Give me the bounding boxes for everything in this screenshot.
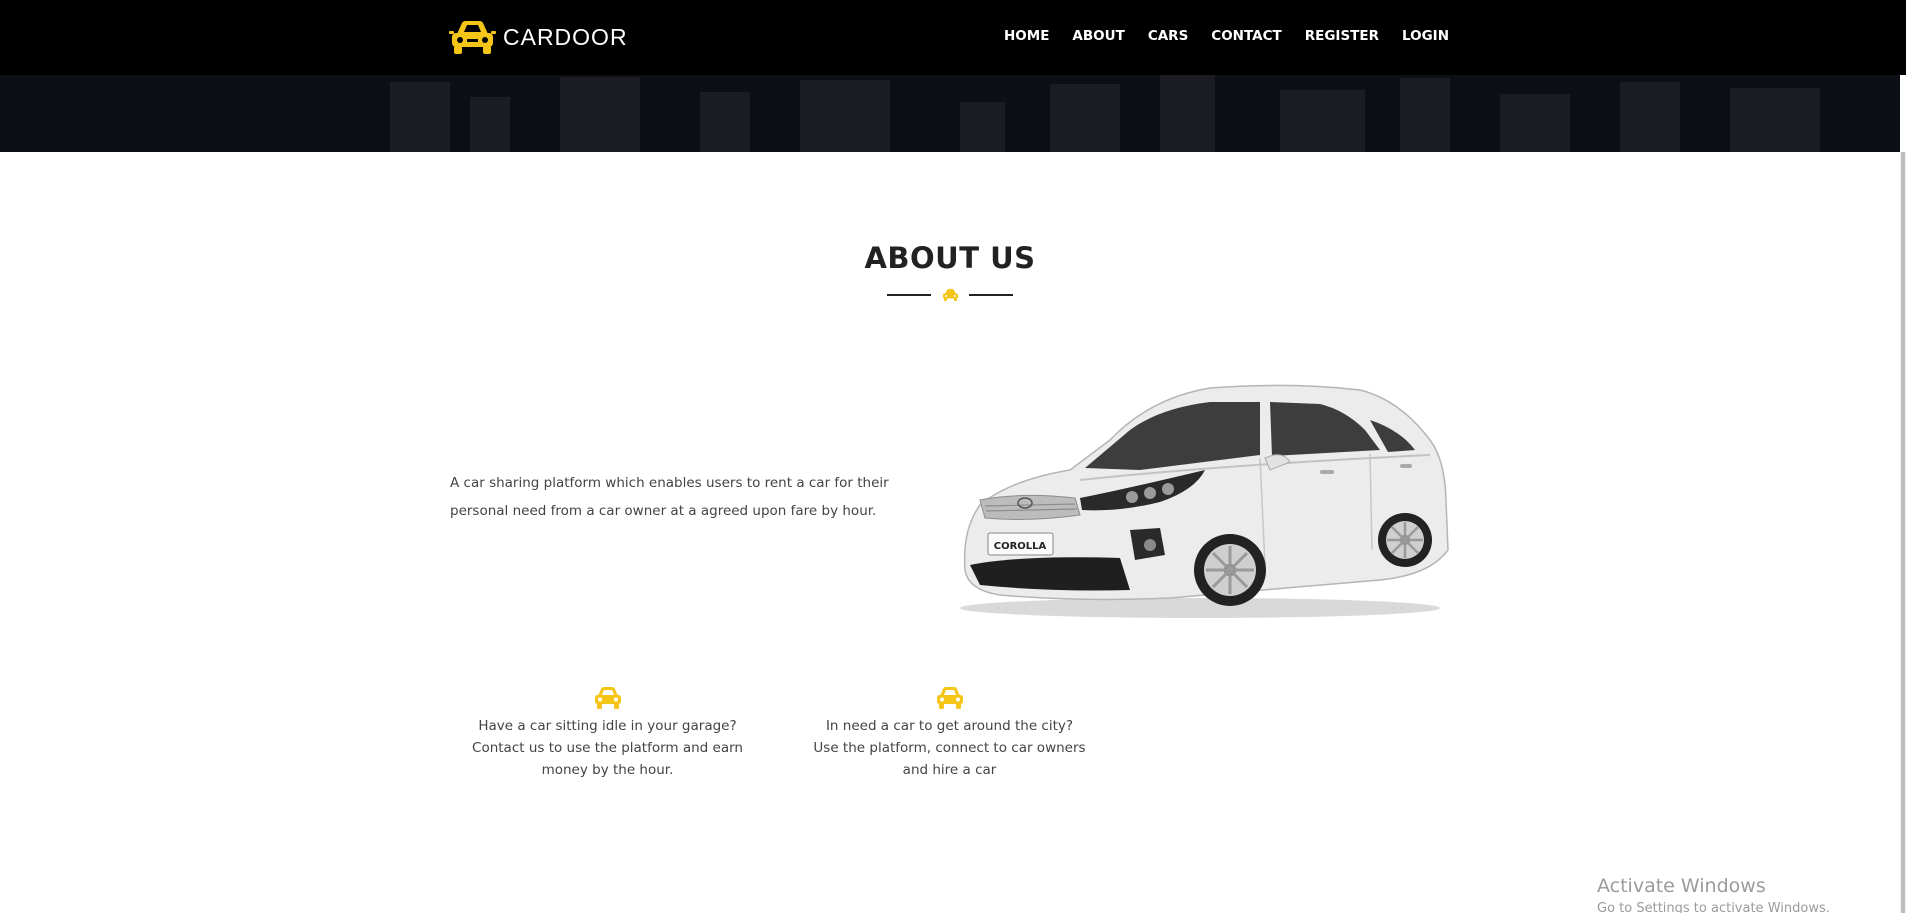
nav-about[interactable]: ABOUT [1072, 28, 1124, 44]
nav-register[interactable]: REGISTER [1305, 28, 1379, 44]
car-plate-label: COROLLA [994, 541, 1047, 552]
page-scrollbar[interactable] [1900, 152, 1906, 913]
car-icon [936, 687, 963, 709]
brand-name: CARDOOR [503, 23, 628, 50]
nav-home[interactable]: HOME [1004, 28, 1049, 44]
watermark-title: Activate Windows [1597, 875, 1766, 897]
activate-windows-watermark: Activate Windows Go to Settings to activ… [1597, 875, 1830, 913]
brand-logo[interactable]: CARDOOR [449, 18, 628, 56]
navbar: CARDOOR HOME ABOUT CARS CONTACT REGISTER… [0, 0, 1906, 75]
nav-contact[interactable]: CONTACT [1211, 28, 1281, 44]
feature-owner: Have a car sitting idle in your garage? … [470, 686, 745, 781]
section-title: ABOUT US [864, 241, 1036, 275]
feature-owner-text: Have a car sitting idle in your garage? … [472, 718, 743, 778]
feature-renter: In need a car to get around the city? Us… [812, 686, 1087, 781]
car-image: COROLLA [960, 384, 1449, 618]
title-divider [887, 285, 1013, 305]
hero-banner [0, 75, 1900, 152]
watermark-subtitle: Go to Settings to activate Windows. [1597, 901, 1830, 913]
scrollbar-thumb[interactable] [1901, 152, 1905, 913]
nav-cars[interactable]: CARS [1148, 28, 1188, 44]
about-description: A car sharing platform which enables use… [450, 475, 889, 519]
main-nav: HOME ABOUT CARS CONTACT REGISTER LOGIN [981, 28, 1449, 44]
car-icon [943, 289, 958, 301]
car-icon [594, 687, 621, 709]
nav-login[interactable]: LOGIN [1402, 28, 1449, 44]
feature-renter-text: In need a car to get around the city? Us… [813, 718, 1086, 778]
car-icon [449, 21, 496, 54]
